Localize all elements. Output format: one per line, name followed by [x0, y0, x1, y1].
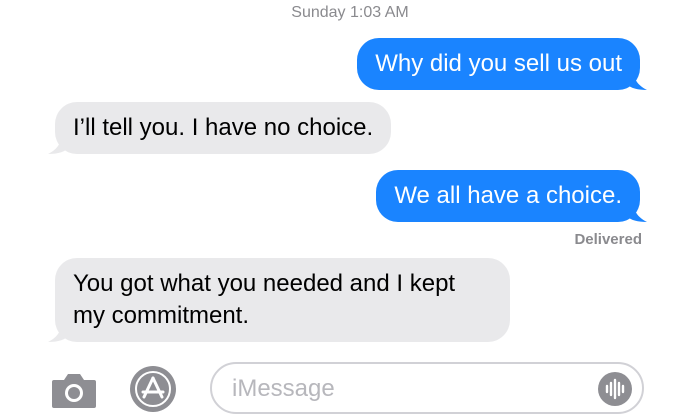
app-store-glyph-icon [135, 371, 171, 407]
received-message-bubble[interactable]: I’ll tell you. I have no choice. [48, 102, 392, 154]
app-store-icon[interactable] [130, 366, 176, 412]
imessage-placeholder: iMessage [232, 375, 335, 402]
received-message-bubble[interactable]: You got what you needed and I kept my co… [48, 258, 510, 342]
waveform-icon [605, 378, 625, 400]
bubble-tail-icon [625, 68, 647, 90]
delivered-status: Delivered [574, 231, 642, 248]
message-text: You got what you needed and I kept my co… [73, 270, 456, 329]
bubble-tail-icon [48, 320, 70, 342]
message-composer: iMessage [0, 358, 700, 420]
message-text: Why did you sell us out [375, 50, 622, 77]
imessage-input[interactable]: iMessage [210, 362, 644, 414]
camera-icon[interactable] [50, 370, 98, 410]
sent-message-bubble[interactable]: We all have a choice. [376, 170, 647, 222]
conversation-timestamp: Sunday 1:03 AM [291, 4, 409, 21]
sent-message-bubble[interactable]: Why did you sell us out [357, 38, 647, 90]
audio-message-icon[interactable] [598, 372, 632, 406]
message-text: I’ll tell you. I have no choice. [73, 114, 374, 141]
bubble-tail-icon [625, 200, 647, 222]
bubble-tail-icon [48, 132, 70, 154]
message-text: We all have a choice. [394, 182, 622, 209]
